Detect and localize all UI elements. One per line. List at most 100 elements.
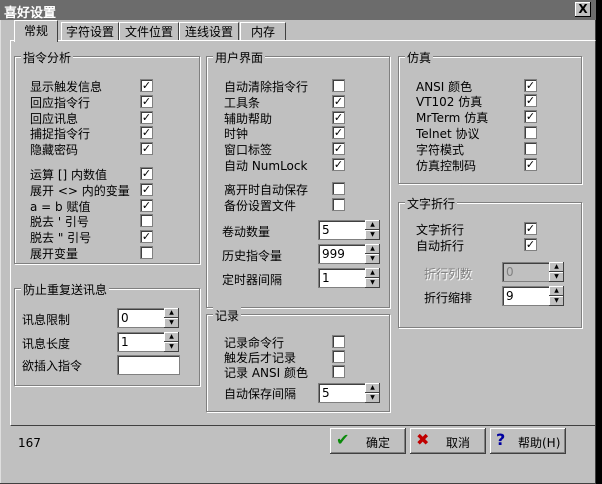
word-wrap-label-0: 折行列数	[424, 267, 473, 281]
emulation-checkbox-0[interactable]: ✓	[524, 79, 537, 92]
tab-memory[interactable]: 内存	[240, 22, 286, 41]
spin-up-icon[interactable]: ▲	[365, 220, 380, 230]
spin-up-icon[interactable]: ▲	[549, 286, 564, 296]
spin-up-icon[interactable]: ▲	[365, 383, 380, 393]
command-analysis-label-6: 展开 <> 内的变量	[30, 184, 130, 198]
spin-down-icon[interactable]: ▼	[365, 393, 380, 403]
repeat-prevention-spinner-1[interactable]: 1 ▲ ▼	[117, 332, 180, 352]
command-analysis-checkbox-9[interactable]: ✓	[140, 230, 153, 243]
repeat-prevention-value-0[interactable]: 0	[117, 308, 168, 328]
emulation-checkbox-3[interactable]	[524, 126, 537, 139]
word-wrap-checkbox-0[interactable]: ✓	[524, 222, 537, 235]
user-interface-checkbox-3[interactable]: ✓	[332, 126, 345, 139]
repeat-prevention-spinner-0[interactable]: 0 ▲ ▼	[117, 308, 180, 328]
user-interface-checkbox-7[interactable]	[332, 198, 345, 211]
word-wrap-checkbox-1[interactable]: ✓	[524, 238, 537, 251]
user-interface-label-1: 历史指令量	[222, 249, 283, 263]
word-wrap-spinner-0[interactable]: 0 ▲ ▼	[502, 262, 565, 282]
user-interface-value-0[interactable]: 5	[318, 220, 369, 240]
spin-down-icon[interactable]: ▼	[365, 254, 380, 264]
user-interface-checkbox-4[interactable]: ✓	[332, 142, 345, 155]
command-analysis-checkbox-7[interactable]: ✓	[140, 199, 153, 212]
command-analysis-checkbox-5[interactable]: ✓	[140, 167, 153, 180]
autosave-interval-value[interactable]: 5	[318, 383, 369, 403]
command-analysis-label-3: 捕捉指令行	[30, 127, 91, 141]
cancel-button[interactable]: ✖ 取消	[410, 428, 486, 454]
user-interface-label-1: 工具条	[224, 96, 261, 110]
repeat-prevention-label-0: 讯息限制	[22, 313, 71, 327]
spin-down-icon[interactable]: ▼	[365, 278, 380, 288]
tab-general[interactable]: 常规	[14, 20, 58, 42]
command-analysis-checkbox-2[interactable]: ✓	[140, 111, 153, 124]
tab-connection-settings[interactable]: 连线设置	[179, 22, 239, 41]
spin-down-icon[interactable]: ▼	[549, 296, 564, 306]
logging-label-2: 记录 ANSI 颜色	[224, 366, 308, 380]
user-interface-checkbox-5[interactable]: ✓	[332, 158, 345, 171]
help-button-label: 帮助(H)	[518, 436, 561, 450]
user-interface-spinner-1[interactable]: 999 ▲ ▼	[318, 244, 381, 264]
user-interface-label-2: 定时器间隔	[222, 273, 283, 287]
word-wrap-value-0[interactable]: 0	[502, 262, 553, 282]
spin-up-icon[interactable]: ▲	[164, 332, 179, 342]
user-interface-spinner-0[interactable]: 5 ▲ ▼	[318, 220, 381, 240]
command-analysis-checkbox-4[interactable]: ✓	[140, 142, 153, 155]
help-button[interactable]: ? 帮助(H)	[490, 428, 566, 454]
emulation-checkbox-1[interactable]: ✓	[524, 94, 537, 107]
user-interface-value-2[interactable]: 1	[318, 268, 369, 288]
ok-button[interactable]: ✔ 确定	[330, 428, 406, 454]
logging-checkbox-1[interactable]	[332, 350, 345, 363]
spin-up-icon[interactable]: ▲	[365, 244, 380, 254]
emulation-checkbox-4[interactable]	[524, 142, 537, 155]
tab-character-settings[interactable]: 字符设置	[61, 22, 119, 41]
window-title: 喜好设置	[4, 6, 57, 21]
command-analysis-checkbox-1[interactable]: ✓	[140, 95, 153, 108]
logging-checkbox-2[interactable]	[332, 365, 345, 378]
user-interface-checkbox-1[interactable]: ✓	[332, 95, 345, 108]
user-interface-label-0: 自动清除指令行	[224, 80, 309, 94]
cross-icon: ✖	[416, 430, 430, 449]
status-number: 167	[18, 436, 41, 450]
user-interface-label-6: 离开时自动保存	[224, 183, 309, 197]
title-bar: 喜好设置 X	[0, 0, 596, 21]
checkmark-icon: ✔	[336, 430, 350, 449]
command-analysis-checkbox-10[interactable]	[140, 246, 153, 259]
spin-up-icon[interactable]: ▲	[549, 262, 564, 272]
user-interface-checkbox-0[interactable]	[332, 79, 345, 92]
spin-down-icon[interactable]: ▼	[164, 318, 179, 328]
question-mark-icon: ?	[496, 430, 506, 449]
command-analysis-label-4: 隐藏密码	[30, 143, 79, 157]
autosave-interval-label: 自动保存间隔	[224, 387, 297, 401]
spin-down-icon[interactable]: ▼	[164, 342, 179, 352]
insert-command-input[interactable]	[117, 355, 180, 375]
command-analysis-checkbox-6[interactable]: ✓	[140, 183, 153, 196]
autosave-interval-spinner[interactable]: 5 ▲ ▼	[318, 383, 381, 403]
spin-down-icon[interactable]: ▼	[365, 230, 380, 240]
emulation-label-2: MrTerm 仿真	[416, 111, 489, 125]
word-wrap-value-1[interactable]: 9	[502, 286, 553, 306]
user-interface-checkbox-2[interactable]: ✓	[332, 111, 345, 124]
logging-checkbox-0[interactable]	[332, 335, 345, 348]
command-analysis-label-9: 脱去 " 引号	[30, 231, 92, 245]
emulation-label-4: 字符模式	[416, 143, 465, 157]
close-button[interactable]: X	[575, 2, 591, 17]
user-interface-label-3: 时钟	[224, 127, 249, 141]
tab-file-locations[interactable]: 文件位置	[119, 22, 179, 41]
emulation-checkbox-5[interactable]: ✓	[524, 158, 537, 171]
user-interface-checkbox-6[interactable]	[332, 182, 345, 195]
spin-up-icon[interactable]: ▲	[164, 308, 179, 318]
status-bar	[0, 460, 596, 484]
command-analysis-checkbox-8[interactable]	[140, 214, 153, 227]
spin-down-icon[interactable]: ▼	[549, 272, 564, 282]
repeat-prevention-value-1[interactable]: 1	[117, 332, 168, 352]
command-analysis-checkbox-0[interactable]: ✓	[140, 79, 153, 92]
spin-up-icon[interactable]: ▲	[365, 268, 380, 278]
emulation-checkbox-2[interactable]: ✓	[524, 110, 537, 123]
user-interface-value-1[interactable]: 999	[318, 244, 369, 264]
cancel-button-label: 取消	[446, 436, 471, 450]
word-wrap-spinner-1[interactable]: 9 ▲ ▼	[502, 286, 565, 306]
emulation-label-5: 仿真控制码	[416, 159, 477, 173]
repeat-prevention-title: 防止重复送讯息	[21, 281, 110, 298]
word-wrap-label-0: 文字折行	[416, 223, 465, 237]
user-interface-spinner-2[interactable]: 1 ▲ ▼	[318, 268, 381, 288]
command-analysis-checkbox-3[interactable]: ✓	[140, 126, 153, 139]
